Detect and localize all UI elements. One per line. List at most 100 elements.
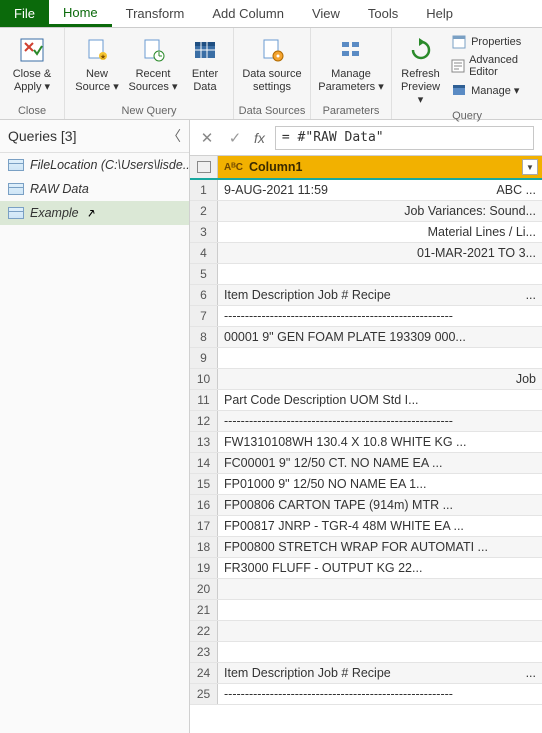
svg-text:★: ★ xyxy=(100,53,106,61)
manage-button[interactable]: Manage ▾ xyxy=(451,82,532,98)
table-row[interactable]: 7---------------------------------------… xyxy=(190,306,542,327)
grid-corner-button[interactable] xyxy=(190,156,218,178)
data-cell[interactable]: Job xyxy=(218,369,542,389)
table-row[interactable]: 10Job xyxy=(190,369,542,390)
table-row[interactable]: 19FR3000 FLUFF - OUTPUT KG 22... xyxy=(190,558,542,579)
ribbon-group-close: Close & Apply ▾ Close xyxy=(0,28,65,119)
data-cell[interactable]: 01-MAR-2021 TO 3... xyxy=(218,243,542,263)
data-cell[interactable] xyxy=(218,621,542,641)
new-source-button[interactable]: ★ New Source ▾ xyxy=(69,32,125,94)
table-row[interactable]: 19-AUG-2021 11:59ABC ... xyxy=(190,180,542,201)
advanced-editor-label: Advanced Editor xyxy=(469,54,532,78)
data-cell[interactable]: ----------------------------------------… xyxy=(218,411,542,431)
data-cell[interactable]: Material Lines / Li... xyxy=(218,222,542,242)
table-row[interactable]: 2Job Variances: Sound... xyxy=(190,201,542,222)
tab-help[interactable]: Help xyxy=(412,0,467,27)
tab-view[interactable]: View xyxy=(298,0,354,27)
table-row[interactable]: 11Part Code Description UOM Std I... xyxy=(190,390,542,411)
data-cell[interactable]: FW1310108WH 130.4 X 10.8 WHITE KG ... xyxy=(218,432,542,452)
table-row[interactable]: 25--------------------------------------… xyxy=(190,684,542,705)
manage-parameters-button[interactable]: Manage Parameters ▾ xyxy=(315,32,387,94)
advanced-editor-button[interactable]: Advanced Editor xyxy=(451,54,532,78)
column-filter-dropdown[interactable]: ▼ xyxy=(522,159,538,175)
data-cell[interactable]: FP00817 JNRP - TGR-4 48M WHITE EA ... xyxy=(218,516,542,536)
table-row[interactable]: 21 xyxy=(190,600,542,621)
tab-home[interactable]: Home xyxy=(49,0,112,27)
tab-file[interactable]: File xyxy=(0,0,49,27)
row-number: 21 xyxy=(190,600,218,620)
row-number: 4 xyxy=(190,243,218,263)
table-row[interactable]: 20 xyxy=(190,579,542,600)
data-cell[interactable]: ----------------------------------------… xyxy=(218,306,542,326)
ribbon-group-close-label: Close xyxy=(18,103,46,117)
recent-sources-button[interactable]: Recent Sources ▾ xyxy=(125,32,181,94)
row-number: 16 xyxy=(190,495,218,515)
data-cell[interactable]: Part Code Description UOM Std I... xyxy=(218,390,542,410)
collapse-queries-icon[interactable]: 〈 xyxy=(167,126,181,146)
row-number: 19 xyxy=(190,558,218,578)
queries-header[interactable]: Queries [3] 〈 xyxy=(0,120,189,153)
table-row[interactable]: 401-MAR-2021 TO 3... xyxy=(190,243,542,264)
grid-body[interactable]: 19-AUG-2021 11:59ABC ...2Job Variances: … xyxy=(190,180,542,733)
data-cell[interactable]: FC00001 9" 12/50 CT. NO NAME EA ... xyxy=(218,453,542,473)
table-row[interactable]: 800001 9" GEN FOAM PLATE 193309 000... xyxy=(190,327,542,348)
table-row[interactable]: 14FC00001 9" 12/50 CT. NO NAME EA ... xyxy=(190,453,542,474)
enter-data-label: Enter Data xyxy=(192,68,218,94)
data-cell[interactable]: 9-AUG-2021 11:59ABC ... xyxy=(218,180,542,200)
table-row[interactable]: 16FP00806 CARTON TAPE (914m) MTR ... xyxy=(190,495,542,516)
column-header-column1[interactable]: AᴮC Column1 ▼ xyxy=(218,156,542,178)
query-item-1[interactable]: RAW Data xyxy=(0,177,189,201)
ribbon-group-parameters-label: Parameters xyxy=(323,103,380,117)
tab-transform[interactable]: Transform xyxy=(112,0,199,27)
table-row[interactable]: 12--------------------------------------… xyxy=(190,411,542,432)
table-row[interactable]: 22 xyxy=(190,621,542,642)
row-number: 1 xyxy=(190,180,218,200)
data-cell[interactable]: FR3000 FLUFF - OUTPUT KG 22... xyxy=(218,558,542,578)
table-row[interactable]: 18FP00800 STRETCH WRAP FOR AUTOMATI ... xyxy=(190,537,542,558)
data-cell[interactable] xyxy=(218,600,542,620)
table-row[interactable]: 6Item Description Job # Recipe... xyxy=(190,285,542,306)
data-cell[interactable]: 00001 9" GEN FOAM PLATE 193309 000... xyxy=(218,327,542,347)
column-type-icon: AᴮC xyxy=(224,162,243,173)
table-row[interactable]: 23 xyxy=(190,642,542,663)
data-cell[interactable] xyxy=(218,642,542,662)
table-icon xyxy=(8,183,24,195)
data-cell[interactable]: Item Description Job # Recipe... xyxy=(218,663,542,683)
formula-input[interactable] xyxy=(275,126,534,150)
row-number: 12 xyxy=(190,411,218,431)
formula-accept-icon[interactable]: ✓ xyxy=(226,129,244,147)
formula-cancel-icon[interactable]: ✕ xyxy=(198,129,216,147)
table-row[interactable]: 3Material Lines / Li... xyxy=(190,222,542,243)
data-cell[interactable]: Item Description Job # Recipe... xyxy=(218,285,542,305)
query-item-label: FileLocation (C:\Users\lisde... xyxy=(30,158,189,172)
data-source-settings-button[interactable]: Data source settings xyxy=(238,32,306,94)
close-apply-icon xyxy=(16,34,48,66)
enter-data-button[interactable]: Enter Data xyxy=(181,32,229,94)
data-cell[interactable] xyxy=(218,579,542,599)
data-cell[interactable] xyxy=(218,348,542,368)
data-cell[interactable] xyxy=(218,264,542,284)
data-cell[interactable]: FP00806 CARTON TAPE (914m) MTR ... xyxy=(218,495,542,515)
formula-fx-icon[interactable]: fx xyxy=(254,130,265,146)
data-cell[interactable]: Job Variances: Sound... xyxy=(218,201,542,221)
table-icon xyxy=(8,207,24,219)
refresh-preview-button[interactable]: Refresh Preview ▾ xyxy=(396,32,445,108)
tab-add-column[interactable]: Add Column xyxy=(198,0,298,27)
tab-tools[interactable]: Tools xyxy=(354,0,412,27)
table-row[interactable]: 15FP01000 9" 12/50 NO NAME EA 1... xyxy=(190,474,542,495)
table-row[interactable]: 5 xyxy=(190,264,542,285)
data-cell[interactable]: FP01000 9" 12/50 NO NAME EA 1... xyxy=(218,474,542,494)
table-row[interactable]: 9 xyxy=(190,348,542,369)
row-number: 20 xyxy=(190,579,218,599)
query-item-2[interactable]: Example↖ xyxy=(0,201,189,225)
data-cell[interactable]: ----------------------------------------… xyxy=(218,684,542,704)
close-apply-button[interactable]: Close & Apply ▾ xyxy=(4,32,60,94)
row-number: 11 xyxy=(190,390,218,410)
query-item-0[interactable]: FileLocation (C:\Users\lisde... xyxy=(0,153,189,177)
table-row[interactable]: 17FP00817 JNRP - TGR-4 48M WHITE EA ... xyxy=(190,516,542,537)
query-tools-stack: Properties Advanced Editor Manage ▾ xyxy=(445,32,538,100)
properties-button[interactable]: Properties xyxy=(451,34,532,50)
table-row[interactable]: 13FW1310108WH 130.4 X 10.8 WHITE KG ... xyxy=(190,432,542,453)
table-row[interactable]: 24Item Description Job # Recipe... xyxy=(190,663,542,684)
data-cell[interactable]: FP00800 STRETCH WRAP FOR AUTOMATI ... xyxy=(218,537,542,557)
